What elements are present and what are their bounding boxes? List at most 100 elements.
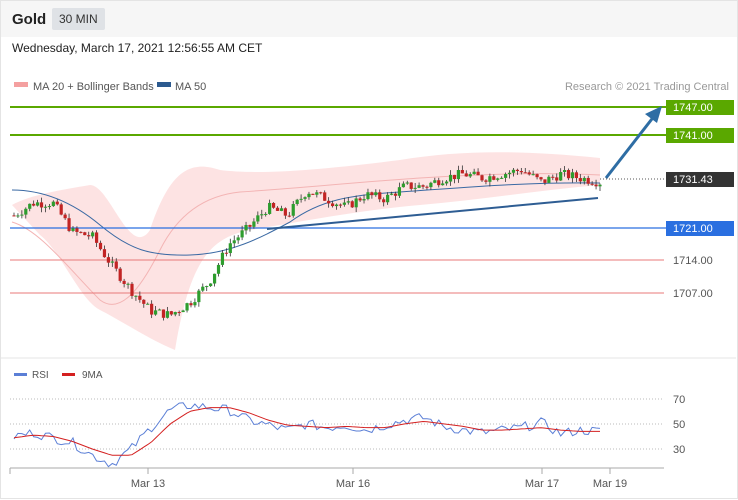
candle-up <box>441 183 445 186</box>
candle-up <box>362 199 366 201</box>
candle-up <box>24 208 28 215</box>
candle-up <box>185 303 189 311</box>
candle-down <box>83 232 87 236</box>
candle-up <box>456 169 461 180</box>
ma20-legend-label: MA 20 + Bollinger Bands <box>33 81 154 93</box>
candle-down <box>327 200 331 204</box>
candle-down <box>67 218 71 231</box>
candle-up <box>531 174 535 176</box>
candle-up <box>110 261 114 263</box>
candle-up <box>563 170 567 173</box>
candle-up <box>240 230 244 238</box>
candle-down <box>578 178 582 182</box>
candle-down <box>480 175 484 181</box>
candle-up <box>346 201 350 203</box>
candle-down <box>393 193 398 196</box>
candle-down <box>460 169 464 174</box>
candle-up <box>51 201 55 207</box>
candle-up <box>205 286 209 288</box>
bollinger-band <box>12 152 600 350</box>
forecast-arrow-shaft <box>604 114 657 179</box>
candle-down <box>330 203 335 207</box>
candle-up <box>35 202 40 206</box>
rsi-ma-line <box>13 407 600 456</box>
candle-down <box>535 174 539 178</box>
candle-down <box>248 225 252 227</box>
rsi-legend-label: RSI <box>32 370 49 381</box>
candle-up <box>299 198 303 200</box>
candle-down <box>87 235 91 237</box>
candle-down <box>224 252 228 254</box>
candle-down <box>94 232 99 243</box>
candle-down <box>338 204 343 206</box>
candle-up <box>256 215 260 222</box>
candle-up <box>570 172 575 179</box>
candle-up <box>20 214 24 216</box>
candle-down <box>594 184 598 187</box>
rsi-legend-swatch <box>14 373 27 376</box>
rsi-tick-50: 50 <box>673 419 685 431</box>
candle-down <box>106 257 110 263</box>
candle-down <box>437 180 441 186</box>
forecast-arrow-head <box>645 106 662 123</box>
candle-down <box>358 198 362 201</box>
candle-up <box>295 199 299 205</box>
x-label-mar17: Mar 17 <box>525 478 559 490</box>
candle-down <box>382 199 386 203</box>
candle-up <box>405 182 409 184</box>
candle-up <box>16 215 20 217</box>
candle-down <box>515 169 520 172</box>
level-label-1714: 1714.00 <box>673 255 713 267</box>
rsi-ma-legend-label: 9MA <box>82 370 103 381</box>
candle-down <box>311 193 315 195</box>
candle-up <box>181 310 185 313</box>
candle-up <box>472 171 476 175</box>
candle-up <box>389 193 394 195</box>
ma50-legend-swatch <box>157 82 171 87</box>
candle-down <box>39 202 44 208</box>
candle-down <box>590 183 594 185</box>
candle-down <box>527 172 531 175</box>
candle-down <box>161 309 166 318</box>
candle-up <box>165 311 169 318</box>
candle-down <box>283 208 287 216</box>
rsi-line <box>13 402 601 468</box>
candle-up <box>252 221 256 227</box>
candle-down <box>275 207 280 211</box>
candle-up <box>146 303 150 305</box>
candle-down <box>586 177 590 184</box>
candle-up <box>303 197 307 199</box>
candle-up <box>598 184 602 187</box>
candle-up <box>216 264 221 274</box>
candle-up <box>220 252 225 265</box>
level-label-1721: 1721.00 <box>673 223 713 235</box>
candle-down <box>523 172 527 174</box>
candle-up <box>488 176 492 182</box>
candle-down <box>138 295 142 300</box>
candle-down <box>271 202 276 208</box>
source-credit: Research © 2021 Trading Central <box>565 81 729 93</box>
candle-down <box>551 176 555 178</box>
candle-down <box>150 303 154 315</box>
candle-up <box>279 208 284 211</box>
candle-down <box>484 180 488 182</box>
level-label-1741: 1741.00 <box>673 130 713 142</box>
candle-down <box>118 268 122 281</box>
candle-down <box>452 174 457 180</box>
candle-down <box>142 299 146 304</box>
candle-up <box>307 193 311 198</box>
candle-up <box>429 182 433 188</box>
candle-up <box>582 177 586 182</box>
candle-up <box>268 202 272 214</box>
candle-down <box>12 215 16 217</box>
candle-up <box>126 283 130 285</box>
candle-up <box>504 174 508 178</box>
candle-down <box>543 179 547 183</box>
candle-down <box>464 173 468 177</box>
candle-down <box>421 185 425 187</box>
candle-down <box>566 170 571 179</box>
candle-down <box>122 280 126 284</box>
x-label-mar19: Mar 19 <box>593 478 627 490</box>
level-label-1707: 1707.00 <box>673 288 713 300</box>
candle-up <box>264 213 268 215</box>
